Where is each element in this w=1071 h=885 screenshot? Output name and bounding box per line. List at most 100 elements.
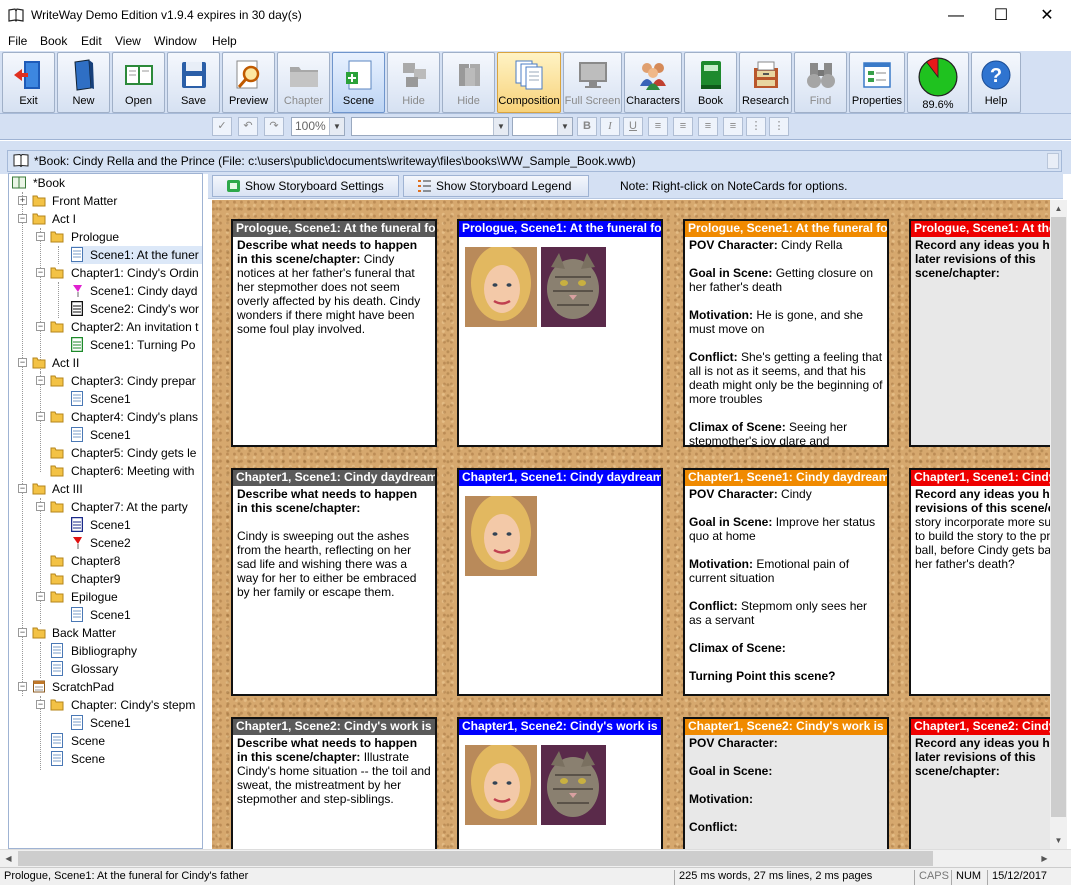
notecard-ideas[interactable]: Chapter1, Scene2: Cindy's work is never …: [909, 717, 1050, 849]
notecard-header: Chapter1, Scene1: Cindy daydreams: [459, 470, 661, 486]
open-button[interactable]: Open: [112, 52, 165, 113]
new-button[interactable]: New: [57, 52, 110, 113]
menu-help[interactable]: Help: [212, 34, 237, 48]
collapse-icon[interactable]: −: [36, 592, 45, 601]
menu-window[interactable]: Window: [154, 34, 197, 48]
status-caps: CAPS: [914, 870, 949, 885]
menu-bar: File Book Edit View Window Help: [0, 31, 1071, 51]
characters-button[interactable]: Characters: [624, 52, 682, 113]
composition-button[interactable]: Composition: [497, 52, 561, 113]
pane-restore-button[interactable]: [1047, 153, 1059, 169]
align-left-icon[interactable]: ≡: [648, 117, 668, 136]
research-button[interactable]: Research: [739, 52, 792, 113]
cindy-portrait-image: [465, 247, 537, 327]
collapse-icon[interactable]: −: [18, 682, 27, 691]
scrollbar-thumb[interactable]: [18, 851, 933, 866]
font-size-select[interactable]: ▼: [512, 117, 573, 136]
align-right-icon[interactable]: ≡: [698, 117, 718, 136]
collapse-icon[interactable]: −: [18, 214, 27, 223]
numbered-list-icon[interactable]: ⋮: [769, 117, 789, 136]
notecard-description[interactable]: Chapter1, Scene1: Cindy daydreams Descri…: [231, 468, 437, 696]
hide-button-1[interactable]: Hide: [387, 52, 440, 113]
collapse-icon[interactable]: −: [18, 358, 27, 367]
collapse-icon[interactable]: −: [36, 376, 45, 385]
hide-button-2[interactable]: Hide: [442, 52, 495, 113]
svg-text:?: ?: [990, 65, 1002, 87]
notecard-ideas[interactable]: Prologue, Scene1: At the funeral for Cin…: [909, 219, 1050, 447]
collapse-icon[interactable]: −: [36, 322, 45, 331]
maximize-button[interactable]: ☐: [978, 0, 1024, 31]
redo-icon[interactable]: ↷: [264, 117, 284, 136]
underline-icon[interactable]: U: [623, 117, 643, 136]
bold-icon[interactable]: B: [577, 117, 597, 136]
storyboard-vertical-scrollbar[interactable]: ▲ ▼: [1050, 200, 1067, 849]
zoom-select[interactable]: 100% ▼: [291, 117, 345, 136]
spellcheck-icon[interactable]: ✓: [212, 117, 232, 136]
book-title-bar: *Book: Cindy Rella and the Prince (File:…: [7, 150, 1062, 172]
help-button[interactable]: ? Help: [971, 52, 1021, 113]
notecard-ideas[interactable]: Chapter1, Scene1: Cindy daydreams Record…: [909, 468, 1050, 696]
expand-icon[interactable]: +: [18, 196, 27, 205]
chapter-button[interactable]: Chapter: [277, 52, 330, 113]
menu-file[interactable]: File: [8, 34, 27, 48]
notepad-icon: [33, 680, 45, 693]
collapse-icon[interactable]: −: [36, 502, 45, 511]
monitor-icon: [578, 62, 607, 88]
exit-button[interactable]: Exit: [2, 52, 55, 113]
notecard-images[interactable]: Chapter1, Scene1: Cindy daydreams: [457, 468, 663, 696]
full-screen-button[interactable]: Full Screen: [563, 52, 622, 113]
notecard-character-goals[interactable]: Prologue, Scene1: At the funeral for Cin…: [683, 219, 889, 447]
progress-indicator[interactable]: 89.6%: [907, 52, 969, 113]
collapse-icon[interactable]: −: [36, 700, 45, 709]
flag-icon: [73, 285, 82, 297]
collapse-icon[interactable]: −: [18, 628, 27, 637]
notecard-header: Chapter1, Scene1: Cindy daydreams: [911, 470, 1050, 486]
justify-icon[interactable]: ≡: [723, 117, 743, 136]
scene-button[interactable]: Scene: [332, 52, 385, 113]
scroll-left-icon[interactable]: ◀: [0, 850, 17, 867]
writeway-window: WriteWay Demo Edition v1.9.4 expires in …: [0, 0, 1071, 885]
scroll-right-icon[interactable]: ▶: [1036, 850, 1053, 867]
menu-book[interactable]: Book: [40, 34, 67, 48]
horizontal-scrollbar[interactable]: ◀ ▶: [0, 849, 1071, 867]
collapse-icon[interactable]: −: [36, 412, 45, 421]
notecard-header: Prologue, Scene1: At the funeral for Cin…: [459, 221, 661, 237]
notecard-images[interactable]: Chapter1, Scene2: Cindy's work is never …: [457, 717, 663, 849]
collapse-icon[interactable]: −: [36, 232, 45, 241]
scrollbar-thumb[interactable]: [1051, 217, 1066, 817]
scroll-up-icon[interactable]: ▲: [1050, 200, 1067, 217]
menu-edit[interactable]: Edit: [81, 34, 102, 48]
book-button[interactable]: Book: [684, 52, 737, 113]
find-button[interactable]: Find: [794, 52, 847, 113]
save-button[interactable]: Save: [167, 52, 220, 113]
notecard-character-goals[interactable]: Chapter1, Scene2: Cindy's work is never …: [683, 717, 889, 849]
notecard-images[interactable]: Prologue, Scene1: At the funeral for Cin…: [457, 219, 663, 447]
notecard-description[interactable]: Chapter1, Scene2: Cindy's work is never …: [231, 717, 437, 849]
undo-icon[interactable]: ↶: [238, 117, 258, 136]
italic-icon[interactable]: I: [600, 117, 620, 136]
notecard-header: Chapter1, Scene2: Cindy's work is never …: [911, 719, 1050, 735]
show-storyboard-legend-button[interactable]: Show Storyboard Legend: [403, 175, 589, 197]
preview-button[interactable]: Preview: [222, 52, 275, 113]
storyboard-corkboard: Prologue, Scene1: At the funeral for Cin…: [212, 200, 1050, 849]
folder-icon: [32, 483, 46, 495]
collapse-icon[interactable]: −: [18, 484, 27, 493]
bullet-list-icon[interactable]: ⋮: [746, 117, 766, 136]
font-family-select[interactable]: ▼: [351, 117, 509, 136]
scene-page-icon: [71, 391, 83, 406]
book-outline-tree: *Book + Front Matter − Act I − Prologue …: [8, 173, 203, 849]
folder-icon: [50, 591, 64, 603]
properties-button[interactable]: Properties: [849, 52, 905, 113]
scene-page-icon: [71, 715, 83, 730]
notecard-header: Prologue, Scene1: At the funeral for Cin…: [911, 221, 1050, 237]
notecard-character-goals[interactable]: Chapter1, Scene1: Cindy daydreams POV Ch…: [683, 468, 889, 696]
notecard-description[interactable]: Prologue, Scene1: At the funeral for Cin…: [231, 219, 437, 447]
scroll-down-icon[interactable]: ▼: [1050, 832, 1067, 849]
close-button[interactable]: ✕: [1024, 0, 1070, 31]
collapse-icon[interactable]: −: [36, 268, 45, 277]
menu-view[interactable]: View: [115, 34, 141, 48]
show-storyboard-settings-button[interactable]: Show Storyboard Settings: [212, 175, 399, 197]
minimize-button[interactable]: —: [933, 0, 979, 31]
tree-node-prologue-scene1[interactable]: Scene1: At the funer: [71, 246, 202, 264]
align-center-icon[interactable]: ≡: [673, 117, 693, 136]
